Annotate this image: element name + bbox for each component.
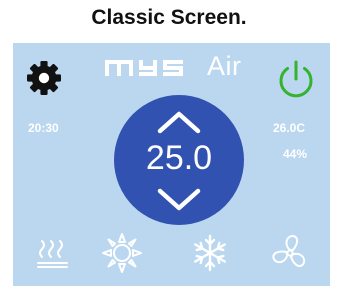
setpoint-value: 25.0 <box>145 139 213 177</box>
thermostat-screen: Air 20:30 26.0C 44% 25.0 <box>13 43 330 286</box>
setpoint-dial: 25.0 <box>114 95 244 225</box>
chevron-up-icon[interactable] <box>156 109 202 135</box>
power-icon[interactable] <box>275 58 317 100</box>
room-humidity: 44% <box>283 147 308 161</box>
chevron-down-icon[interactable] <box>156 187 202 213</box>
gear-icon[interactable] <box>26 60 62 96</box>
room-temperature: 26.0C <box>273 121 306 135</box>
brand-suffix: Air <box>207 51 242 81</box>
snowflake-icon[interactable] <box>190 233 230 273</box>
heat-waves-icon[interactable] <box>33 233 73 273</box>
sun-icon[interactable] <box>102 233 142 273</box>
fan-icon[interactable] <box>270 233 310 273</box>
clock-time: 20:30 <box>28 121 59 135</box>
page-title: Classic Screen. <box>91 6 247 29</box>
